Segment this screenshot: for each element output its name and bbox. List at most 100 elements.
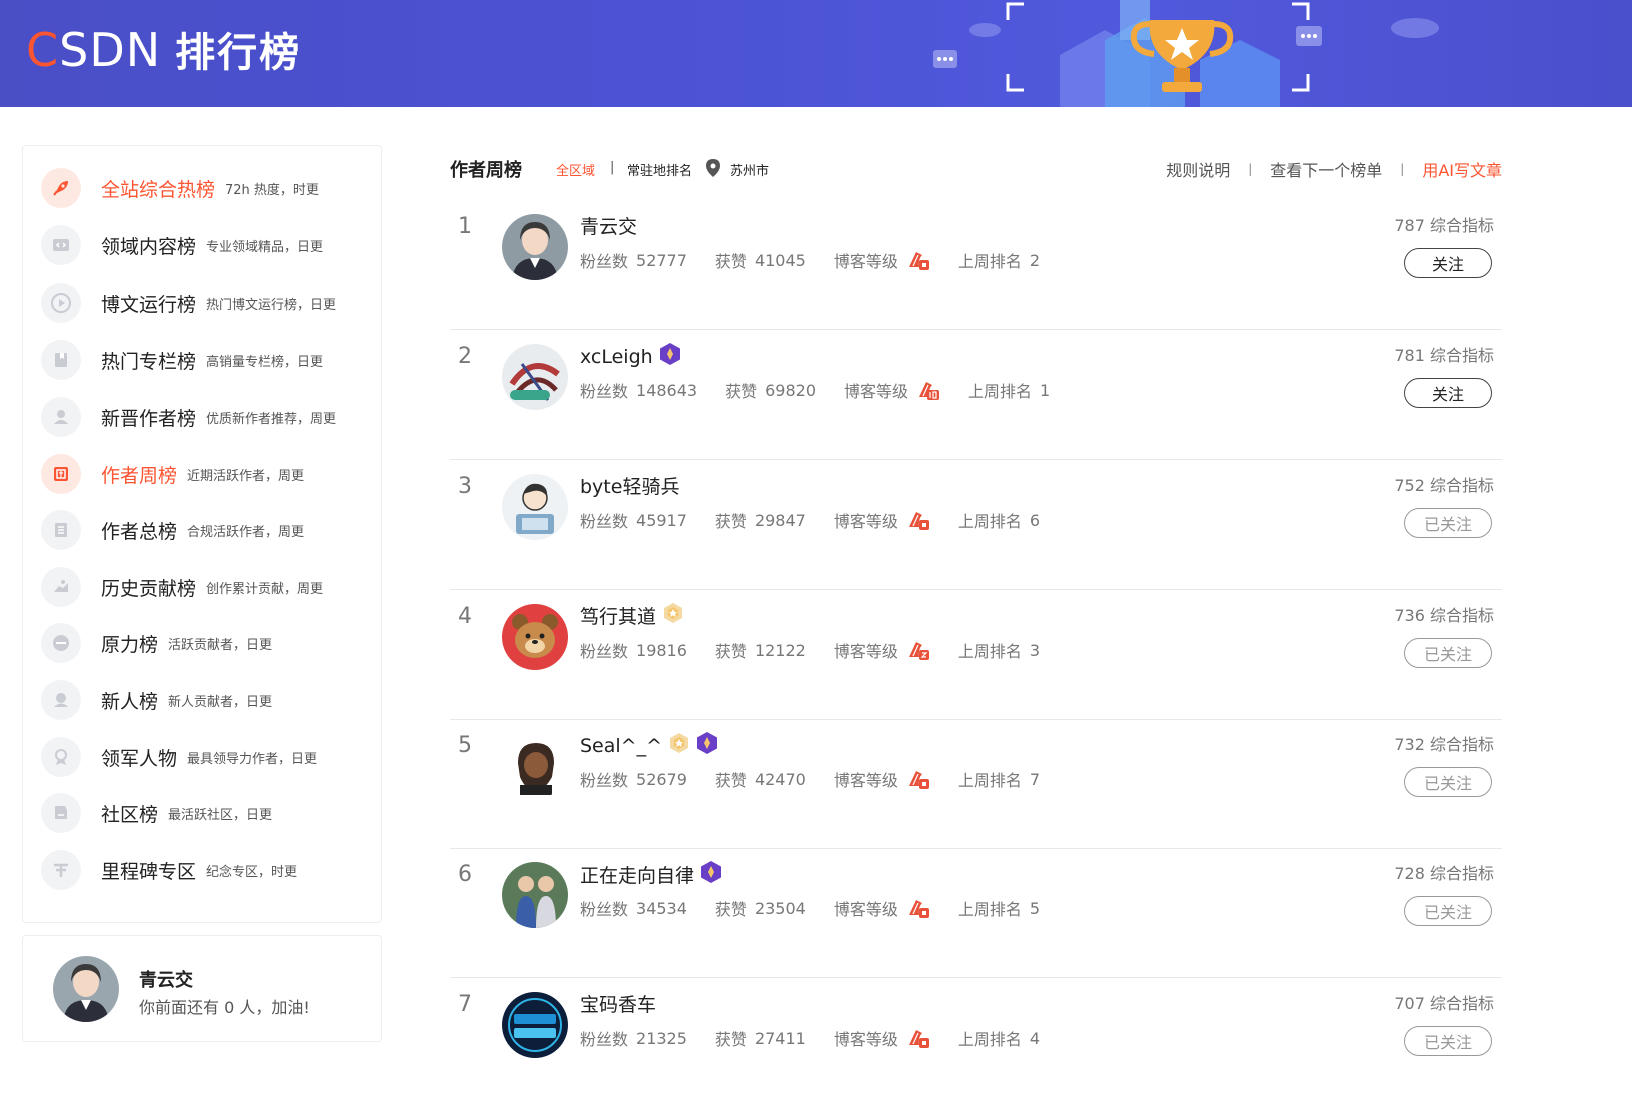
likes-count: 29847 <box>754 510 806 530</box>
score-value: 781 <box>1394 346 1425 365</box>
sidebar-item-column[interactable]: 热门专栏榜 高销量专栏榜，日更 <box>41 340 323 380</box>
avatar[interactable] <box>53 956 119 1022</box>
avatar[interactable] <box>502 474 568 540</box>
author-stats: 粉丝数 148643 获赞 69820 博客等级 上周排名 1 <box>580 378 1078 402</box>
follow-button[interactable]: 关注 <box>1404 378 1492 408</box>
sidebar-item-author-week[interactable]: 作者周榜 近期活跃作者，周更 <box>41 454 304 494</box>
rules-link[interactable]: 规则说明 <box>1166 157 1230 181</box>
likes-count: 42470 <box>754 769 806 789</box>
sidebar-item-label: 热门专栏榜 <box>101 350 197 373</box>
avatar[interactable] <box>502 733 568 799</box>
avatar[interactable] <box>502 862 568 928</box>
author-name[interactable]: 青云交 <box>580 212 637 239</box>
score-label: 综合指标 <box>1429 216 1494 235</box>
blog-level-icon <box>916 379 940 401</box>
rank-number: 7 <box>458 992 472 1017</box>
sidebar-item-desc: 高销量专栏榜，日更 <box>206 354 324 370</box>
sidebar-item-site-hot[interactable]: 全站综合热榜 72h 热度，时更 <box>41 168 319 208</box>
gold-badge-icon <box>668 732 690 759</box>
fans-count: 52679 <box>636 769 687 789</box>
play-icon <box>41 283 81 323</box>
score: 707 综合指标 <box>1394 990 1494 1014</box>
score-label: 综合指标 <box>1429 864 1494 883</box>
logo-sdn: SDN <box>59 23 162 77</box>
avatar[interactable] <box>502 214 568 280</box>
sidebar-item-desc: 专业领域精品，日更 <box>206 239 324 255</box>
author-stats: 粉丝数 34534 获赞 23504 博客等级 上周排名 5 <box>580 896 1068 920</box>
newbie-icon <box>41 680 81 720</box>
table-row: 5 Seal^_^ 粉丝数 52679 获赞 42470 博客等级 上周排名 7 73… <box>450 719 1502 849</box>
last-rank-value: 1 <box>1040 380 1051 400</box>
score-value: 787 <box>1394 216 1425 235</box>
sidebar-item-newbie[interactable]: 新人榜 新人贡献者，日更 <box>41 680 272 720</box>
sidebar-item-label: 作者总榜 <box>101 520 178 543</box>
gold-badge-icon <box>662 602 684 629</box>
my-rank-card: 青云交 你前面还有 0 人，加油! <box>22 935 382 1042</box>
fans-count: 21325 <box>636 1028 687 1048</box>
author-name[interactable]: 宝码香车 <box>580 990 656 1017</box>
author-stats: 粉丝数 45917 获赞 29847 博客等级 上周排名 6 <box>580 508 1068 532</box>
sidebar-item-author-total[interactable]: 作者总榜 合规活跃作者，周更 <box>41 510 304 550</box>
author-name[interactable]: 笃行其道 <box>580 602 684 629</box>
ai-write-link[interactable]: 用AI写文章 <box>1422 157 1502 181</box>
sidebar-item-new-author[interactable]: 新晋作者榜 优质新作者推荐，周更 <box>41 397 336 437</box>
divider: | <box>610 160 615 175</box>
level-label: 博客等级 <box>833 900 898 919</box>
sidebar-item-blog-run[interactable]: 博文运行榜 热门博文运行榜，日更 <box>41 283 336 323</box>
author-name[interactable]: Seal^_^ <box>580 731 718 760</box>
last-rank-label: 上周排名 <box>968 382 1033 401</box>
sidebar-item-milestone[interactable]: 里程碑专区 纪念专区，时更 <box>41 850 297 890</box>
score-label: 综合指标 <box>1429 735 1494 754</box>
csdn-logo[interactable]: C SDN 排行榜 <box>26 20 301 78</box>
week-icon <box>41 454 81 494</box>
sidebar-item-desc: 纪念专区，时更 <box>206 864 298 880</box>
avatar[interactable] <box>502 344 568 410</box>
avatar[interactable] <box>502 992 568 1058</box>
likes-count: 27411 <box>754 1028 806 1048</box>
score: 732 综合指标 <box>1394 731 1494 755</box>
score-label: 综合指标 <box>1429 346 1494 365</box>
author-name-text: xcLeigh <box>580 345 653 368</box>
author-name[interactable]: 正在走向自律 <box>580 860 722 889</box>
follow-button[interactable]: 关注 <box>1404 248 1492 278</box>
author-stats: 粉丝数 52777 获赞 41045 博客等级 上周排名 2 <box>580 248 1068 272</box>
sidebar-item-leader[interactable]: 领军人物 最具领导力作者，日更 <box>41 737 317 777</box>
force-icon <box>41 623 81 663</box>
likes-label: 获赞 <box>714 512 747 531</box>
following-button[interactable]: 已关注 <box>1404 767 1492 797</box>
table-row: 6 正在走向自律 粉丝数 34534 获赞 23504 博客等级 上周排名 5 728… <box>450 848 1502 978</box>
sidebar-item-community[interactable]: 社区榜 最活跃社区，日更 <box>41 793 272 833</box>
following-button[interactable]: 已关注 <box>1404 638 1492 668</box>
sidebar-item-label: 原力榜 <box>101 633 159 656</box>
author-name[interactable]: byte轻骑兵 <box>580 472 679 499</box>
likes-label: 获赞 <box>714 1030 747 1049</box>
sidebar-item-label: 新晋作者榜 <box>101 407 197 430</box>
blog-level-icon <box>906 509 930 531</box>
expert-badge-icon <box>700 860 722 889</box>
region-filter-all[interactable]: 全区域 <box>556 160 595 179</box>
sidebar-item-label: 博文运行榜 <box>101 293 197 316</box>
score-value: 707 <box>1394 994 1425 1013</box>
following-button[interactable]: 已关注 <box>1404 508 1492 538</box>
fans-count: 34534 <box>636 898 687 918</box>
following-button[interactable]: 已关注 <box>1404 1026 1492 1056</box>
fans-label: 粉丝数 <box>580 252 629 271</box>
likes-label: 获赞 <box>714 900 747 919</box>
last-rank-value: 3 <box>1029 640 1041 660</box>
next-list-link[interactable]: 查看下一个榜单 <box>1270 157 1382 181</box>
sidebar-item-force[interactable]: 原力榜 活跃贡献者，日更 <box>41 623 272 663</box>
score-value: 728 <box>1394 864 1425 883</box>
resident-rank-filter[interactable]: 常驻地排名 <box>627 160 692 179</box>
following-button[interactable]: 已关注 <box>1404 896 1492 926</box>
sidebar-item-domain[interactable]: 领域内容榜 专业领域精品，日更 <box>41 225 323 265</box>
avatar[interactable] <box>502 604 568 670</box>
fans-label: 粉丝数 <box>580 771 629 790</box>
divider: | <box>1400 162 1405 176</box>
last-rank-value: 5 <box>1029 898 1041 918</box>
header-links: 规则说明 | 查看下一个榜单 | 用AI写文章 <box>1166 157 1502 181</box>
sidebar-item-history[interactable]: 历史贡献榜 创作累计贡献，周更 <box>41 567 323 607</box>
score: 728 综合指标 <box>1394 860 1494 884</box>
list-title: 作者周榜 <box>450 160 522 181</box>
city-label[interactable]: 苏州市 <box>730 160 769 179</box>
author-name[interactable]: xcLeigh <box>580 342 681 371</box>
